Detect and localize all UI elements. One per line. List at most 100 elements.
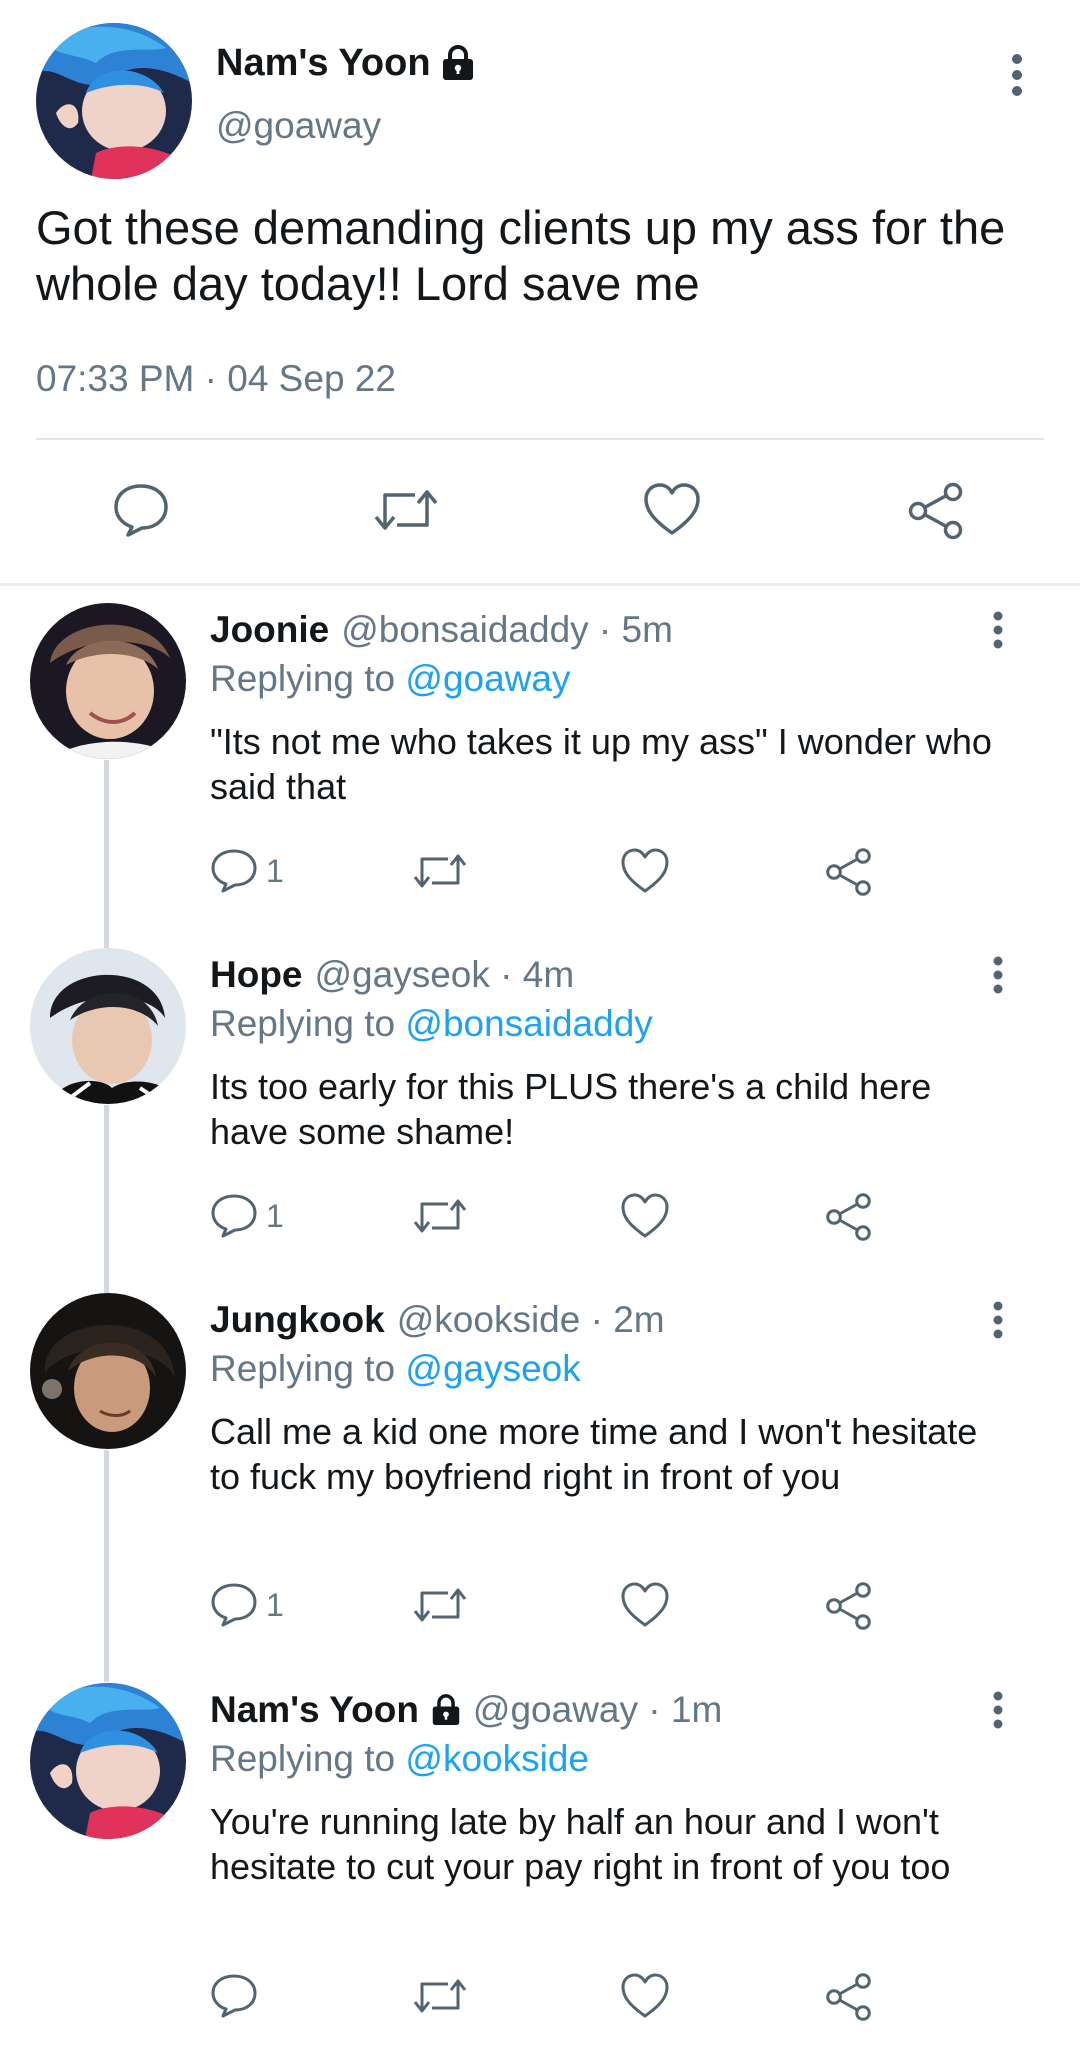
reply-actions [210, 1972, 910, 2024]
author-name[interactable]: Hope [210, 954, 303, 996]
retweet-icon [412, 1972, 468, 2020]
reply-tweet: Nam's Yoon @goaway · 1m Replying to @koo… [0, 1683, 1080, 2049]
reply-text: Call me a kid one more time and I won't … [210, 1411, 978, 1497]
like-button[interactable] [620, 847, 670, 895]
author-handle[interactable]: @goaway [216, 105, 381, 147]
avatar[interactable] [36, 23, 192, 179]
author-name[interactable]: Nam's Yoon [210, 1689, 419, 1731]
reply-header: Jungkook @kookside · 2m [210, 1297, 665, 1343]
reply-icon [210, 847, 258, 895]
replying-label: Replying to [210, 1738, 396, 1779]
reply-header: Hope @gayseok · 4m [210, 952, 574, 998]
reply-icon[interactable] [112, 481, 170, 539]
more-vertical-icon[interactable] [985, 1691, 1011, 1729]
avatar[interactable] [30, 1293, 186, 1449]
replying-to-link[interactable]: @kookside [405, 1738, 589, 1779]
reply-count: 1 [266, 1586, 284, 1623]
reply-button[interactable] [210, 1972, 266, 2020]
like-icon [620, 1581, 670, 1629]
reply-icon [210, 1192, 258, 1240]
reply-icon [210, 1581, 258, 1629]
author-name[interactable]: Nam's Yoon [216, 42, 431, 85]
retweet-button[interactable] [412, 1972, 468, 2020]
reply-text: You're running late by half an hour and … [210, 1801, 951, 1887]
share-button[interactable] [824, 1972, 874, 2022]
author-handle[interactable]: @goaway [473, 1689, 638, 1731]
reply-button[interactable]: 1 [210, 1192, 284, 1240]
share-icon [824, 1581, 874, 1631]
retweet-icon [412, 1581, 468, 1629]
separator-dot: · [588, 609, 622, 650]
share-button[interactable] [824, 1581, 874, 1631]
tweet-timestamp: 07:33 PM · 04 Sep 22 [36, 358, 396, 399]
reply-tweet: Jungkook @kookside · 2m Replying to @gay… [0, 1293, 1080, 1668]
author-handle[interactable]: @gayseok [315, 954, 490, 996]
like-button[interactable] [620, 1581, 670, 1629]
like-button[interactable] [620, 1192, 670, 1240]
replying-to-link[interactable]: @bonsaidaddy [405, 1003, 652, 1044]
replying-label: Replying to [210, 658, 396, 699]
more-vertical-icon[interactable] [985, 1301, 1011, 1339]
separator-dot: · [489, 954, 523, 995]
retweet-icon[interactable] [373, 481, 439, 539]
more-vertical-icon[interactable] [1002, 53, 1032, 97]
retweet-button[interactable] [412, 1581, 468, 1629]
retweet-button[interactable] [412, 847, 468, 895]
divider [36, 438, 1044, 440]
share-button[interactable] [824, 847, 874, 897]
more-vertical-icon[interactable] [985, 956, 1011, 994]
reply-tweet: Hope @gayseok · 4m Replying to @bonsaida… [0, 948, 1080, 1278]
replying-to-link[interactable]: @goaway [405, 658, 570, 699]
more-vertical-icon[interactable] [985, 611, 1011, 649]
reply-time: 1m [670, 1689, 723, 1730]
author-handle[interactable]: @bonsaidaddy [341, 609, 588, 651]
like-icon [620, 1972, 670, 2020]
reply-button[interactable]: 1 [210, 847, 284, 895]
replying-to: Replying to @goaway [210, 658, 570, 700]
avatar[interactable] [30, 603, 186, 759]
main-tweet: Nam's Yoon @goaway Got these demanding c… [0, 0, 1080, 585]
author-name[interactable]: Joonie [210, 609, 329, 651]
share-icon[interactable] [906, 481, 966, 541]
replying-label: Replying to [210, 1003, 396, 1044]
lock-icon [431, 1694, 461, 1726]
reply-time: 5m [621, 609, 673, 650]
reply-tweet: Joonie @bonsaidaddy · 5m Replying to @go… [0, 603, 1080, 933]
retweet-button[interactable] [412, 1192, 468, 1240]
author-handle[interactable]: @kookside [397, 1299, 581, 1341]
tweet-text: Got these demanding clients up my ass fo… [36, 201, 1006, 310]
replying-label: Replying to [210, 1348, 396, 1389]
reply-icon [210, 1972, 258, 2020]
section-divider [0, 583, 1080, 586]
reply-text: Its too early for this PLUS there's a ch… [210, 1066, 932, 1152]
separator-dot: · [580, 1299, 614, 1340]
reply-button[interactable]: 1 [210, 1581, 284, 1629]
author-name[interactable]: Jungkook [210, 1299, 385, 1341]
author-name-row: Nam's Yoon [216, 40, 475, 86]
share-button[interactable] [824, 1192, 874, 1242]
reply-count: 1 [266, 852, 284, 889]
retweet-icon [412, 1192, 468, 1240]
share-icon [824, 1192, 874, 1242]
separator-dot: · [638, 1689, 671, 1730]
retweet-icon [412, 847, 468, 895]
reply-actions: 1 [210, 1581, 910, 1633]
like-icon [620, 847, 670, 895]
avatar[interactable] [30, 948, 186, 1104]
reply-text: "Its not me who takes it up my ass" I wo… [210, 721, 992, 807]
avatar[interactable] [30, 1683, 186, 1839]
reply-time: 2m [613, 1299, 665, 1340]
share-icon [824, 847, 874, 897]
like-icon[interactable] [642, 481, 702, 539]
reply-actions: 1 [210, 847, 910, 899]
lock-icon [441, 45, 475, 81]
reply-time: 4m [522, 954, 575, 995]
share-icon [824, 1972, 874, 2022]
like-icon [620, 1192, 670, 1240]
replying-to: Replying to @gayseok [210, 1348, 581, 1390]
reply-count: 1 [266, 1197, 284, 1234]
like-button[interactable] [620, 1972, 670, 2020]
replying-to: Replying to @kookside [210, 1738, 589, 1780]
reply-actions: 1 [210, 1192, 910, 1244]
replying-to-link[interactable]: @gayseok [405, 1348, 580, 1389]
